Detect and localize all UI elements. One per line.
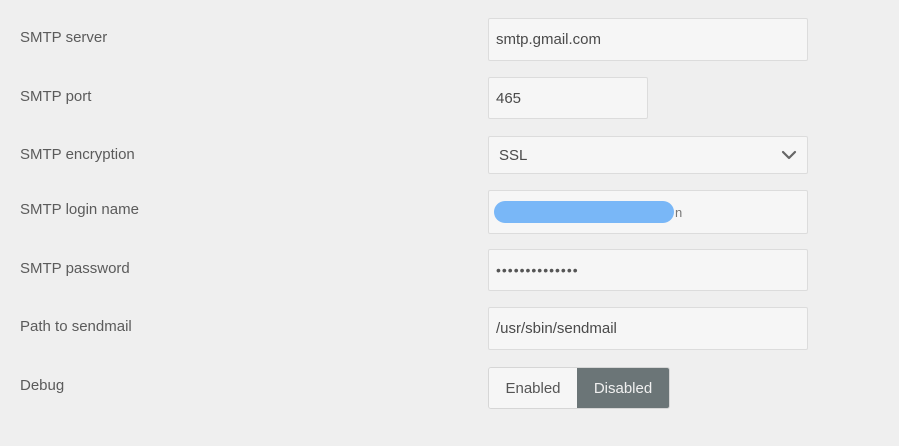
debug-disabled-option[interactable]: Disabled — [577, 368, 669, 408]
smtp-port-input[interactable]: 465 — [488, 77, 648, 119]
smtp-encryption-select[interactable]: SSL — [488, 136, 808, 174]
smtp-port-value: 465 — [496, 89, 522, 107]
smtp-login-label: SMTP login name — [20, 201, 139, 218]
smtp-password-label: SMTP password — [20, 260, 130, 277]
redaction-mask — [494, 201, 674, 223]
smtp-server-label: SMTP server — [20, 29, 108, 46]
smtp-server-value: smtp.gmail.com — [496, 31, 602, 48]
smtp-encryption-value: SSL — [499, 146, 528, 164]
smtp-login-value-tail: n — [675, 204, 683, 220]
smtp-port-label: SMTP port — [20, 88, 92, 105]
sendmail-path-label: Path to sendmail — [20, 318, 132, 335]
chevron-down-icon — [781, 147, 797, 163]
sendmail-path-value: /usr/sbin/sendmail — [496, 320, 617, 337]
debug-toggle[interactable]: Enabled Disabled — [488, 367, 670, 409]
smtp-encryption-label: SMTP encryption — [20, 146, 135, 163]
smtp-login-input[interactable]: n — [488, 190, 808, 234]
smtp-password-value: •••••••••••••• — [496, 262, 579, 278]
sendmail-path-input[interactable]: /usr/sbin/sendmail — [488, 307, 808, 350]
smtp-password-input[interactable]: •••••••••••••• — [488, 249, 808, 291]
debug-enabled-option[interactable]: Enabled — [489, 368, 577, 408]
smtp-server-input[interactable]: smtp.gmail.com — [488, 18, 808, 61]
debug-label: Debug — [20, 377, 65, 394]
